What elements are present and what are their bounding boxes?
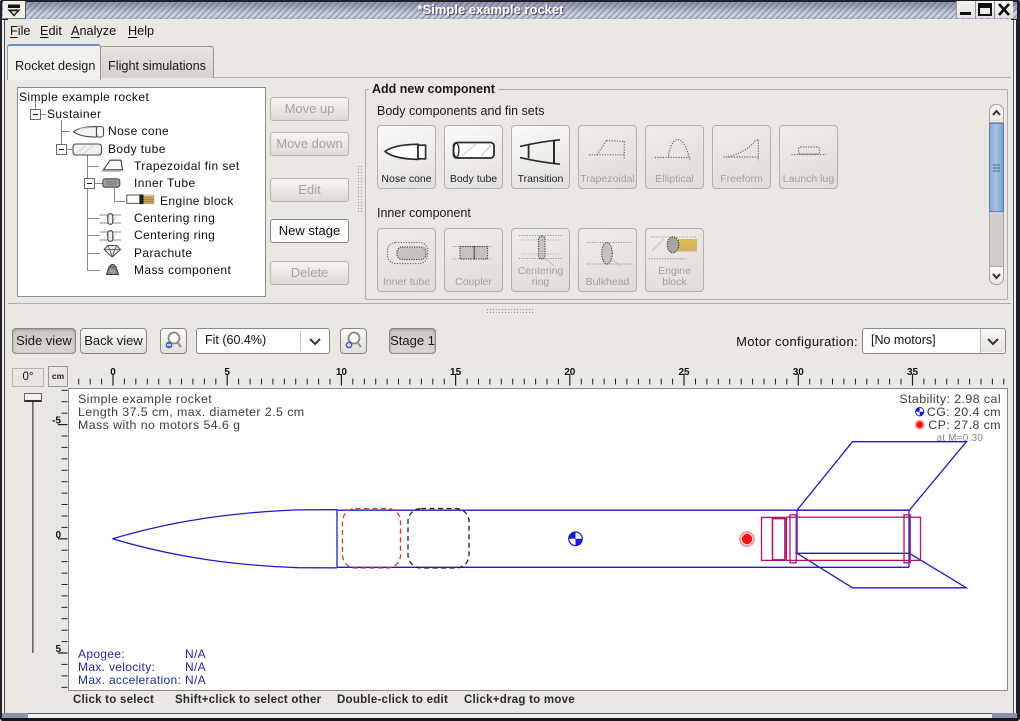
- svg-text:-5: -5: [52, 416, 61, 427]
- svg-text:kg: kg: [110, 268, 115, 273]
- svg-text:15: 15: [450, 367, 462, 378]
- svg-text:35: 35: [907, 367, 919, 378]
- svg-text:5: 5: [224, 367, 230, 378]
- svg-text:30: 30: [793, 367, 805, 378]
- svg-text:20: 20: [564, 367, 576, 378]
- svg-text:5: 5: [55, 644, 61, 655]
- svg-text:25: 25: [678, 367, 690, 378]
- svg-text:0: 0: [55, 530, 61, 541]
- svg-text:0: 0: [110, 367, 116, 378]
- svg-text:10: 10: [336, 367, 348, 378]
